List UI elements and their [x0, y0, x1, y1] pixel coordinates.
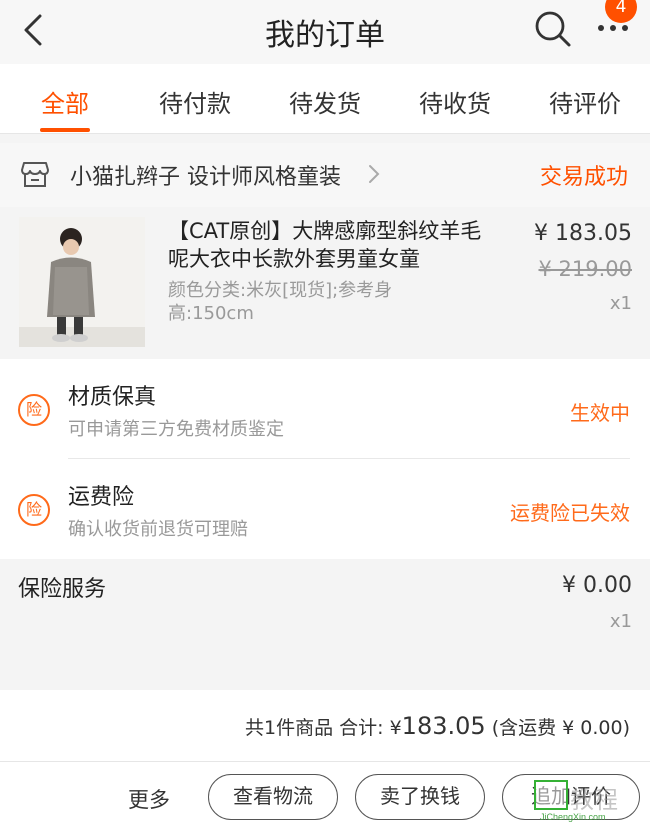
product-spec: 颜色分类:米灰[现货];参考身高:150cm — [168, 280, 393, 324]
bottom-action-bar: 更多 查看物流 卖了换钱 追加评价 教程 JiChengXin.com — [0, 762, 650, 830]
order-tabs: 全部 待付款 待发货 待收货 待评价 — [0, 64, 650, 134]
watermark: 教程 JiChengXin.com — [534, 768, 644, 826]
insurance-desc: 确认收货前退货可理赔 — [68, 519, 248, 540]
insurance-item[interactable]: 险 运费险 确认收货前退货可理赔 运费险已失效 — [0, 459, 650, 559]
total-prefix: 共1件商品 合计: ¥ — [245, 717, 402, 739]
product-quantity: x1 — [609, 293, 632, 314]
order-status: 交易成功 — [539, 165, 628, 190]
shop-name[interactable]: 小猫扎辫子 设计师风格童装 — [70, 159, 341, 191]
product-image — [19, 217, 145, 347]
service-quantity: x1 — [609, 611, 632, 632]
service-name: 保险服务 — [18, 577, 107, 602]
more-button[interactable]: 更多 — [128, 784, 170, 814]
tab-pending-receipt[interactable]: 待收货 — [405, 84, 505, 119]
watermark-logo-icon — [534, 780, 568, 810]
insurance-icon: 险 — [18, 494, 50, 526]
insurance-icon: 险 — [18, 394, 50, 426]
total-suffix: (含运费 ¥ 0.00) — [485, 717, 630, 739]
product-thumbnail[interactable] — [19, 217, 145, 347]
watermark-text: 教程 — [570, 786, 618, 814]
product-title[interactable]: 【CAT原创】大牌感廓型斜纹羊毛呢大衣中长款外套男童女童 — [168, 217, 498, 273]
order-total: 共1件商品 合计: ¥183.05 (含运费 ¥ 0.00) — [0, 690, 650, 762]
product-price: ¥ 183.05 — [534, 221, 632, 246]
total-amount: 183.05 — [401, 712, 486, 740]
tab-pending-shipment[interactable]: 待发货 — [275, 84, 375, 119]
watermark-url: JiChengXin.com — [540, 812, 606, 822]
insurance-desc: 可申请第三方免费材质鉴定 — [68, 419, 284, 440]
tab-all[interactable]: 全部 — [15, 84, 115, 119]
insurance-status: 运费险已失效 — [510, 501, 630, 525]
total-summary: 共1件商品 合计: ¥183.05 (含运费 ¥ 0.00) — [245, 712, 630, 740]
tab-pending-payment[interactable]: 待付款 — [145, 84, 245, 119]
insurance-status: 生效中 — [570, 401, 630, 425]
top-nav-bar: 我的订单 4 — [0, 0, 650, 64]
shop-icon — [21, 162, 49, 187]
shop-header[interactable]: 小猫扎辫子 设计师风格童装 交易成功 — [0, 143, 650, 207]
original-price: ¥ 219.00 — [538, 257, 632, 281]
insurance-name: 材质保真 — [68, 385, 157, 410]
insurance-list: 险 材质保真 可申请第三方免费材质鉴定 生效中 险 运费险 确认收货前退货可理赔… — [0, 359, 650, 559]
product-item[interactable]: 【CAT原创】大牌感廓型斜纹羊毛呢大衣中长款外套男童女童 颜色分类:米灰[现货]… — [0, 207, 650, 359]
tab-pending-review[interactable]: 待评价 — [535, 84, 635, 119]
insurance-service-item[interactable]: 保险服务 ¥ 0.00 x1 — [0, 559, 650, 690]
insurance-name: 运费险 — [68, 485, 135, 510]
view-logistics-button[interactable]: 查看物流 — [208, 774, 338, 820]
service-price: ¥ 0.00 — [562, 573, 632, 598]
chevron-right-icon — [369, 165, 380, 183]
resell-button[interactable]: 卖了换钱 — [355, 774, 485, 820]
search-icon[interactable] — [533, 9, 573, 49]
insurance-item[interactable]: 险 材质保真 可申请第三方免费材质鉴定 生效中 — [0, 359, 650, 459]
active-tab-indicator — [40, 128, 90, 132]
